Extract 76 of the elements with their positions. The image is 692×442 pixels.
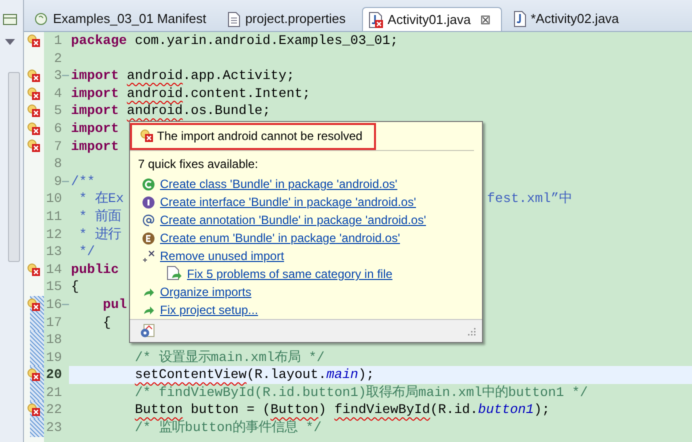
code-line: pul [102, 296, 127, 312]
line-number: 1 [53, 32, 62, 50]
error-icon [140, 129, 154, 143]
enum-icon [142, 232, 155, 244]
error-message: The import android cannot be resolved [130, 122, 376, 150]
annotation-icon [142, 214, 155, 226]
code-line: * 在Ex [78, 191, 124, 206]
resize-grip-icon[interactable] [467, 326, 476, 336]
code-text: fest.xml”中 [487, 190, 572, 208]
code-line: setContentView(R.layout.main); [134, 367, 374, 382]
fix-count-label: 7 quick fixes available: [137, 156, 260, 173]
panel-icon[interactable] [3, 14, 17, 25]
code-line: /* 监听button的事件信息 */ [134, 420, 322, 436]
fix-link[interactable]: Create enum 'Bundle' in package 'android.os' [160, 229, 400, 247]
line-number: 22 [45, 401, 62, 420]
line-number: 8 [53, 155, 62, 173]
code-line: { [71, 279, 79, 294]
fix-link[interactable]: Create class 'Bundle' in package 'android.os' [160, 175, 398, 193]
fix-link[interactable]: Fix 5 problems of same category in file [187, 265, 392, 283]
scrollbar[interactable] [8, 72, 20, 262]
line-number: 5 [53, 102, 62, 120]
interface-icon [142, 196, 155, 208]
file-icon [228, 12, 240, 26]
code-line: /* 设置显示main.xml布局 */ [134, 350, 325, 365]
line-number: 12 [45, 226, 62, 244]
editor-tab[interactable]: Activity01.java ⊠ [362, 7, 502, 31]
code-line: /* findViewById(R.id.button1)取得布局main.xml中的button1 */ [134, 384, 588, 400]
remove-icon [142, 250, 155, 262]
line-number: 18 [45, 331, 62, 349]
close-icon[interactable]: ⊠ [480, 10, 491, 30]
code-line: /** [71, 174, 95, 189]
code-line: public [71, 262, 119, 277]
line-number: 20 [45, 366, 62, 384]
line-number: 23 [45, 419, 62, 437]
code-line: import [71, 120, 119, 136]
line-number: 21 [45, 384, 62, 402]
arrow-icon [142, 304, 155, 316]
editor-tab[interactable]: Examples_03_01 Manifest [28, 7, 216, 31]
code-line: import android.os.Bundle; [71, 103, 271, 118]
line-number: 17 [45, 314, 62, 332]
line-number: 11 [45, 208, 62, 226]
class-icon [142, 178, 155, 190]
multi-fix-icon [166, 266, 182, 282]
line-number: 3 [53, 67, 62, 85]
code-line: import android.app.Activity; [71, 68, 294, 84]
line-number: 7 [53, 138, 62, 156]
line-number: 13 [45, 243, 62, 261]
line-number: 16 [45, 296, 62, 314]
code-line: * 进行 [78, 226, 121, 242]
line-number: 2 [53, 50, 62, 68]
code-line: package com.yarin.android.Examples_03_01; [71, 33, 398, 48]
line-number: 6 [53, 120, 62, 138]
line-number: 15 [45, 278, 62, 296]
line-number: 19 [45, 348, 62, 366]
configure-icon[interactable] [140, 324, 156, 338]
line-number: 4 [53, 84, 62, 102]
code-line: { [102, 314, 111, 330]
line-number: 10 [45, 190, 62, 208]
line-number: 14 [45, 260, 62, 278]
arrow-icon [142, 286, 155, 298]
fix-link[interactable]: Remove unused import [160, 247, 284, 265]
fix-link[interactable]: Create annotation 'Bundle' in package 'android.os' [160, 211, 426, 229]
java-file-icon [514, 11, 526, 27]
editor-tab[interactable]: *Activity02.java [508, 7, 629, 31]
code-line: * 前面 [78, 208, 121, 224]
code-line: */ [78, 244, 95, 260]
code-line: Button button = (Button) findViewById(R.id.button1); [134, 402, 550, 418]
editor-tab[interactable]: project.properties [222, 7, 356, 31]
java-file-error-icon [368, 12, 383, 28]
dropdown-icon[interactable] [5, 39, 15, 45]
fix-link[interactable]: Create interface 'Bundle' in package 'android.os' [160, 193, 416, 211]
code-line: import android.content.Intent; [71, 86, 310, 101]
code-line: import [71, 138, 119, 154]
line-number: 9 [53, 172, 62, 190]
fix-link[interactable]: Fix project setup... [160, 301, 258, 319]
fix-link[interactable]: Organize imports [160, 283, 252, 301]
